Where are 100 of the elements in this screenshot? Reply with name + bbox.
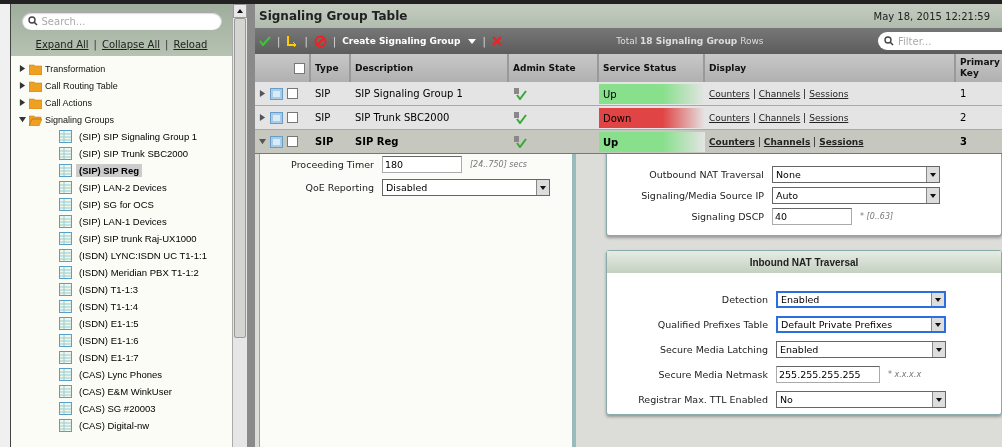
tree-item[interactable]: (SIP) SIP Signaling Group 1	[76, 130, 201, 143]
tree-link[interactable]: Expand All	[35, 39, 89, 50]
field-label: Qualified Prefixes Table	[656, 319, 768, 330]
display-link[interactable]: Sessions	[819, 136, 864, 147]
display-link[interactable]: Counters	[709, 88, 750, 99]
tree-item[interactable]: (SIP) LAN-2 Devices	[76, 181, 170, 194]
tree-item[interactable]: (CAS) E&M WinkUser	[76, 385, 175, 398]
tree-item[interactable]: (SIP) SG for OCS	[76, 198, 157, 211]
filter-field[interactable]: Filter...	[878, 32, 1002, 50]
dropdown[interactable]: Enabled	[776, 341, 946, 358]
column-header[interactable]: Admin State	[509, 54, 599, 82]
caret-icon	[936, 397, 942, 402]
dropdown[interactable]: Enabled	[776, 291, 946, 308]
checkbox[interactable]	[294, 62, 305, 74]
date-time: May 18, 2015 12:21:59	[873, 10, 990, 22]
checkbox[interactable]	[287, 112, 298, 123]
tree-item[interactable]: (ISDN) Meridian PBX T1-1:2	[76, 266, 202, 279]
column-header[interactable]: Description	[351, 54, 509, 82]
dropdown[interactable]: Disabled	[382, 179, 550, 196]
status-cell: Up	[599, 84, 705, 104]
status-cell: Down	[599, 108, 705, 128]
display-link[interactable]: Channels	[763, 136, 811, 147]
table-icon	[59, 351, 72, 364]
section-title: Inbound NAT Traversal	[607, 251, 1001, 273]
tree-item[interactable]: (SIP) SIP Trunk SBC2000	[76, 147, 192, 160]
dropdown[interactable]: No	[776, 391, 946, 408]
check-icon[interactable]	[259, 36, 271, 46]
caret-icon	[540, 185, 546, 190]
display-link[interactable]: Sessions	[809, 112, 849, 123]
dropdown[interactable]: None	[772, 166, 940, 183]
field-label: QoE Reporting	[304, 182, 374, 193]
input-field[interactable]: 180	[382, 156, 462, 173]
display-link[interactable]: Channels	[758, 88, 801, 99]
field-label: Registrar Max. TTL Enabled	[637, 394, 768, 405]
tree-link[interactable]: Collapse All	[101, 39, 160, 50]
tree-item[interactable]: (SIP) SIP Reg	[76, 164, 142, 177]
table-cell: SIP Trunk SBC2000	[351, 106, 509, 130]
expand-arrow-icon[interactable]	[19, 82, 26, 89]
expand-arrow-icon[interactable]	[19, 65, 26, 72]
separator: |	[304, 35, 308, 47]
tree-item[interactable]: (CAS) Digital-nw	[76, 419, 153, 432]
table-icon	[59, 419, 72, 432]
table-icon	[59, 317, 72, 330]
tree-item[interactable]: (ISDN) E1-1:7	[76, 351, 142, 364]
tree-item[interactable]: (SIP) SIP trunk Raj-UX1000	[76, 232, 200, 245]
column-header[interactable]: Display	[705, 54, 956, 82]
table-cell: SIP Reg	[351, 130, 509, 154]
expand-arrow-icon[interactable]	[259, 114, 266, 121]
expand-arrow-icon[interactable]	[259, 90, 266, 97]
table-icon	[59, 181, 72, 194]
tree-item[interactable]: (SIP) LAN-1 Devices	[76, 215, 170, 228]
tree-item[interactable]: (CAS) SG #20003	[76, 402, 159, 415]
column-header[interactable]: Type	[311, 54, 351, 82]
table-icon	[59, 164, 72, 177]
display-link[interactable]: Channels	[758, 112, 801, 123]
display-link[interactable]: Counters	[709, 136, 755, 147]
scrollbar[interactable]	[232, 4, 247, 447]
tree-item[interactable]: (ISDN) E1-1:5	[76, 317, 142, 330]
table-icon	[59, 334, 72, 347]
display-link[interactable]: Counters	[709, 112, 750, 123]
display-link[interactable]: Sessions	[809, 88, 849, 99]
dropdown[interactable]: Auto	[772, 187, 940, 204]
tree-item[interactable]: (ISDN) E1-1:6	[76, 334, 142, 347]
checkbox[interactable]	[287, 136, 298, 147]
field-label: Signaling/Media Source IP	[640, 190, 764, 201]
column-header[interactable]: Service Status	[599, 54, 705, 82]
input-field[interactable]: 40	[772, 208, 852, 225]
table-cell: 3	[956, 130, 1002, 154]
field-hint: * [0..63]	[860, 212, 894, 221]
tree-link[interactable]: Reload	[173, 39, 208, 50]
table-cell: 1	[956, 82, 1002, 106]
folder-label[interactable]: Signaling Groups	[45, 114, 115, 125]
dropdown[interactable]: Default Private Prefixes	[776, 316, 946, 333]
input-field[interactable]: 255.255.255.255	[776, 366, 880, 383]
status-cell: Up	[599, 132, 705, 152]
window-icon[interactable]	[270, 87, 283, 100]
create-button[interactable]: Create Signaling Group	[342, 36, 477, 46]
folder-label[interactable]: Call Actions	[45, 97, 93, 108]
window-icon[interactable]	[270, 135, 283, 148]
table-cell: SIP	[311, 130, 351, 154]
search-icon	[884, 36, 894, 46]
folder-label[interactable]: Transformation	[45, 63, 106, 74]
collapse-arrow-icon[interactable]	[19, 116, 26, 123]
search-icon	[27, 16, 38, 26]
table-cell: 2	[956, 106, 1002, 130]
tree-item[interactable]: (ISDN) T1-1:3	[76, 283, 141, 296]
checkbox[interactable]	[287, 88, 298, 99]
search-field[interactable]: Search...	[21, 12, 222, 30]
window-icon[interactable]	[270, 111, 283, 124]
tree-item[interactable]: (ISDN) LYNC:ISDN UC T1-1:1	[76, 249, 210, 262]
column-header[interactable]: Primary Key	[956, 54, 1002, 82]
tree-item[interactable]: (ISDN) T1-1:4	[76, 300, 141, 313]
folder-label[interactable]: Call Routing Table	[45, 80, 118, 91]
expand-arrow-icon[interactable]	[19, 99, 26, 106]
table-icon	[59, 402, 72, 415]
tree-item[interactable]: (CAS) Lync Phones	[76, 368, 166, 381]
table-icon	[59, 215, 72, 228]
table-icon	[59, 266, 72, 279]
table-icon	[59, 198, 72, 211]
enabled-check-icon	[513, 87, 527, 100]
